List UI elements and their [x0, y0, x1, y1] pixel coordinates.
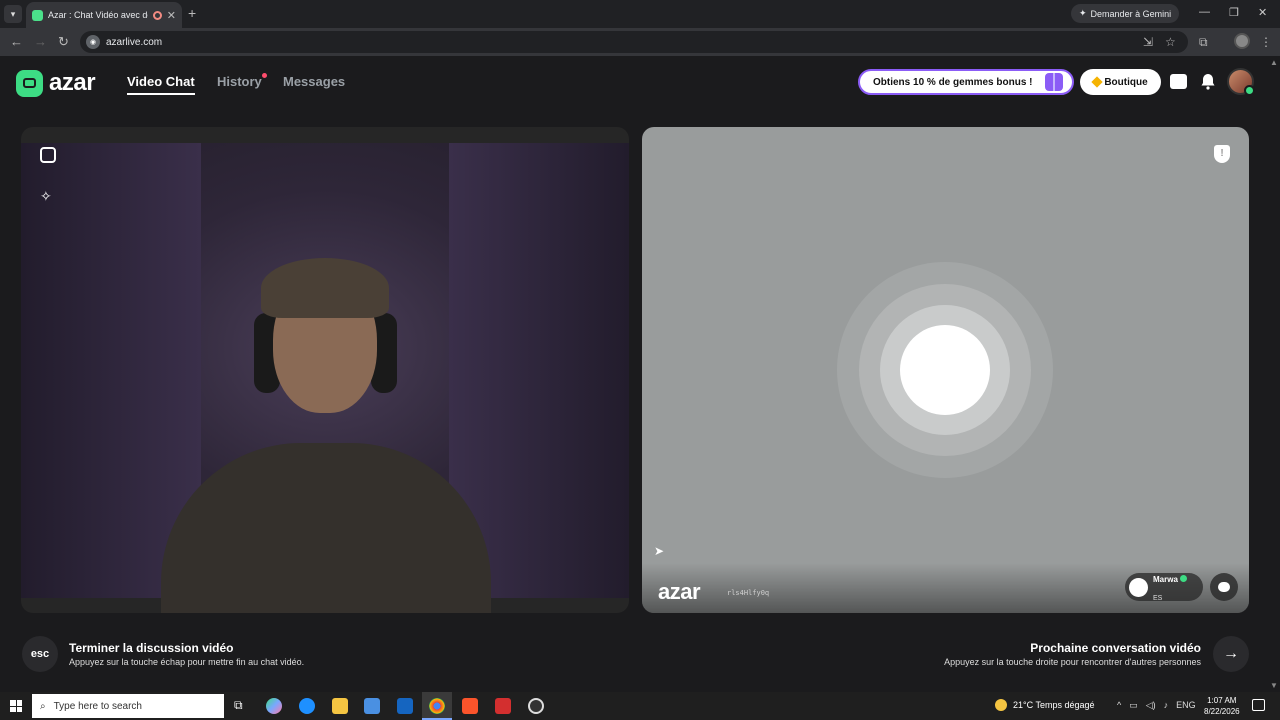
azar-watermark: azar: [658, 579, 701, 604]
install-app-icon[interactable]: ⇲: [1143, 35, 1153, 49]
avatar-status-badge: [1244, 85, 1255, 96]
bookmark-star-icon[interactable]: ☆: [1165, 35, 1176, 49]
tray-chevron-icon[interactable]: ^: [1117, 700, 1121, 711]
mail-icon[interactable]: [397, 698, 413, 714]
next-chat-arrow-button[interactable]: →: [1213, 636, 1249, 672]
verified-badge-icon: [1179, 575, 1187, 582]
partner-country: ES: [1153, 595, 1163, 602]
minimize-button[interactable]: —: [1199, 6, 1210, 18]
search-icon: ⌕: [40, 700, 46, 712]
chat-bubble-icon[interactable]: [1210, 573, 1238, 601]
expand-icon[interactable]: [40, 147, 56, 163]
tab-close-icon[interactable]: ✕: [167, 9, 176, 22]
next-chat-title: Prochaine conversation vidéo: [1030, 641, 1201, 655]
browser-toolbar: ← → ↻ ◉ azarlive.com ⇲ ☆ ⧉ ⋮: [0, 28, 1280, 56]
browser-tab-active[interactable]: Azar : Chat Vidéo avec de n ✕: [26, 2, 182, 28]
remote-partner-view: ! ➤ azar rls4Hlfy0q Marwa ES: [642, 127, 1249, 613]
taskbar-chrome-active[interactable]: [422, 692, 452, 720]
moon-icon: [995, 699, 1007, 711]
next-chat-description: Appuyez sur la touche droite pour rencon…: [944, 657, 1201, 667]
partner-info-chip[interactable]: Marwa ES: [1125, 573, 1203, 602]
copilot-icon[interactable]: [266, 698, 282, 714]
url-text: azarlive.com: [106, 36, 163, 48]
chrome-icon: [429, 698, 445, 714]
maximize-button[interactable]: ❐: [1229, 6, 1239, 19]
weather-widget[interactable]: 21°C Temps dégagé: [995, 699, 1095, 711]
end-chat-description: Appuyez sur la touche échap pour mettre …: [69, 657, 305, 667]
loading-core: [900, 325, 990, 415]
gemini-sparkle-icon: ✦: [1079, 8, 1087, 18]
network-icon[interactable]: ▭: [1129, 700, 1138, 711]
windows-start-icon[interactable]: [10, 700, 22, 712]
mouse-cursor-icon: ➤: [654, 544, 665, 558]
address-bar[interactable]: ◉ azarlive.com: [80, 31, 1188, 53]
new-tab-button[interactable]: +: [188, 5, 196, 21]
taskbar-search-input[interactable]: ⌕ Type here to search: [32, 694, 224, 718]
azar-logo[interactable]: azar: [16, 69, 96, 97]
language-indicator[interactable]: ENG: [1176, 700, 1196, 711]
camera-feed: [21, 143, 629, 613]
ask-gemini-button[interactable]: ✦ Demander à Gemini: [1071, 4, 1180, 23]
recording-indicator-icon: [152, 10, 162, 20]
nav-messages[interactable]: Messages: [283, 74, 345, 89]
store-icon[interactable]: [364, 698, 380, 714]
azar-favicon-icon: [32, 9, 43, 21]
task-view-icon[interactable]: ⧉: [234, 698, 243, 713]
forward-arrow-icon[interactable]: →: [34, 34, 47, 49]
search-placeholder: Type here to search: [53, 700, 142, 712]
gift-icon: [1045, 73, 1063, 91]
edge-icon[interactable]: [299, 698, 315, 714]
end-chat-title: Terminer la discussion vidéo: [69, 641, 234, 655]
brave-icon[interactable]: [462, 698, 478, 714]
volume-icon[interactable]: ◁): [1146, 700, 1156, 711]
obs-icon[interactable]: [528, 698, 544, 714]
extensions-icon[interactable]: ⧉: [1199, 35, 1208, 50]
shop-button[interactable]: Boutique: [1080, 69, 1161, 95]
nav-history[interactable]: History: [217, 74, 262, 89]
promo-label: Obtiens 10 % de gemmes bonus !: [873, 76, 1033, 88]
azar-app: azar Video Chat History Messages Obtiens…: [0, 56, 1280, 692]
bonus-gems-promo-button[interactable]: Obtiens 10 % de gemmes bonus !: [858, 69, 1074, 95]
inbox-icon[interactable]: [1170, 74, 1187, 89]
end-chat-esc-button[interactable]: esc: [22, 636, 58, 672]
taskbar-clock[interactable]: 1:07 AM 8/22/2026: [1204, 695, 1240, 717]
local-camera-view: ✧: [21, 127, 629, 613]
bell-icon[interactable]: [1200, 73, 1216, 90]
gem-icon: [1091, 76, 1103, 88]
notification-center-icon[interactable]: [1252, 699, 1265, 711]
partner-name: Marwa: [1153, 575, 1178, 584]
file-explorer-icon[interactable]: [332, 698, 348, 714]
clock-time: 1:07 AM: [1207, 696, 1237, 705]
report-shield-icon[interactable]: !: [1214, 145, 1230, 163]
scroll-up-arrow-icon[interactable]: ▲: [1270, 58, 1278, 67]
browser-menu-icon[interactable]: ⋮: [1260, 35, 1272, 49]
partner-id-label: rls4Hlfy0q: [727, 589, 770, 597]
azar-logo-text: azar: [49, 69, 96, 96]
close-window-button[interactable]: ✕: [1258, 6, 1267, 19]
microphone-icon[interactable]: ♪: [1164, 700, 1169, 711]
ask-gemini-label: Demander à Gemini: [1090, 8, 1172, 19]
browser-profile-avatar[interactable]: [1234, 33, 1250, 49]
magic-wand-filter-icon[interactable]: ✧: [40, 188, 52, 205]
reload-icon[interactable]: ↻: [58, 34, 69, 50]
history-notification-dot: [262, 73, 267, 78]
active-tab-underline: [127, 93, 195, 95]
back-arrow-icon[interactable]: ←: [10, 34, 23, 49]
shop-label: Boutique: [1104, 76, 1148, 88]
tab-title: Azar : Chat Vidéo avec de n: [48, 10, 148, 20]
partner-avatar: [1129, 577, 1148, 597]
scroll-down-arrow-icon[interactable]: ▼: [1270, 681, 1278, 690]
system-tray: ^ ▭ ◁) ♪ ENG: [1117, 700, 1196, 711]
nav-video-chat[interactable]: Video Chat: [127, 74, 195, 89]
windows-taskbar: ⌕ Type here to search ⧉ 21°C Temps dégag…: [0, 692, 1280, 720]
azar-logo-icon: [16, 69, 43, 97]
weather-text: 21°C Temps dégagé: [1013, 700, 1095, 710]
tab-list-chevron-icon[interactable]: ▾: [4, 5, 22, 23]
site-info-icon[interactable]: ◉: [86, 35, 100, 49]
browser-tabstrip: ▾ Azar : Chat Vidéo avec de n ✕ + ✦ Dema…: [0, 0, 1280, 28]
clock-date: 8/22/2026: [1204, 707, 1240, 716]
app-red-icon[interactable]: [495, 698, 511, 714]
